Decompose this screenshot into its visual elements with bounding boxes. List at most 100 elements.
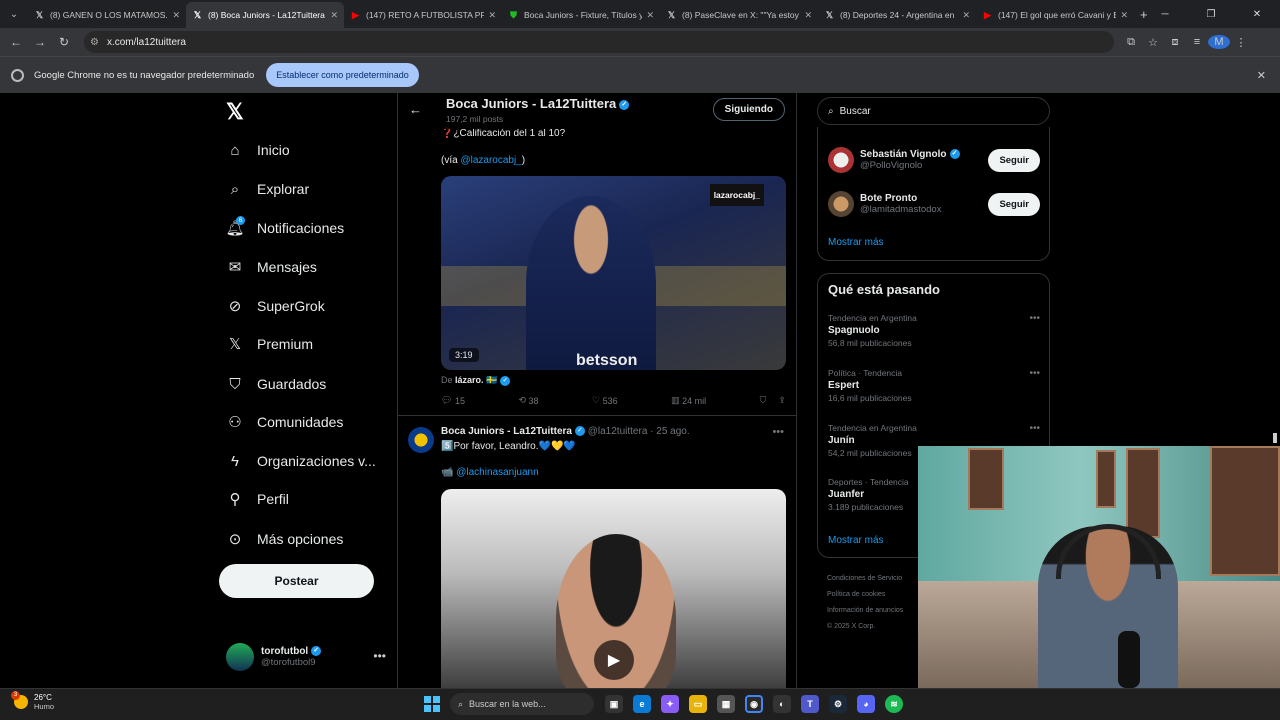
restore-icon[interactable]: ❐ [1188, 9, 1234, 20]
back-arrow-icon[interactable]: ← [409, 102, 422, 117]
menu-kebab-icon[interactable]: ⋮ [1230, 36, 1252, 49]
copilot-icon[interactable]: ✦ [661, 695, 679, 713]
tweet-video[interactable]: ▶ [441, 489, 786, 688]
close-tab-icon[interactable]: ✕ [1120, 10, 1128, 21]
footer-link[interactable]: Condiciones de Servicio [827, 571, 927, 587]
windows-start-icon[interactable] [424, 696, 440, 712]
minimize-icon[interactable]: ─ [1142, 9, 1188, 20]
follow-button[interactable]: Seguir [988, 149, 1040, 172]
footer-link[interactable]: Política de cookies [827, 587, 927, 603]
author-handle[interactable]: @la12tuittera · 25 ago. [588, 426, 690, 437]
store-icon[interactable]: ▦ [717, 695, 735, 713]
play-icon[interactable]: ▶ [594, 640, 634, 680]
task-view-icon[interactable]: ▣ [605, 695, 623, 713]
home-icon: ⌂ [230, 141, 240, 159]
mention-link[interactable]: 📹 @lachinasanjuann [441, 467, 539, 478]
tweet-text: ❓¿Calificación del 1 al 10? [441, 128, 566, 139]
close-infobar-icon[interactable]: ✕ [1257, 69, 1266, 82]
close-tab-icon[interactable]: ✕ [962, 10, 970, 21]
following-button[interactable]: Siguiendo [712, 98, 785, 121]
repost-button[interactable]: ⟲ 38 [518, 395, 538, 406]
file-explorer-icon[interactable]: ▭ [689, 695, 707, 713]
sidebar-item-messages[interactable]: ✉ Mensajes [226, 255, 317, 279]
tweet-video[interactable]: lazarocabj_ 3:19 betsson [441, 176, 786, 370]
taskbar-search[interactable]: ⌕ Buscar en la web... [450, 693, 594, 715]
bookmark-icon[interactable]: ⛉ [760, 395, 767, 406]
browser-tab[interactable]: ▶ (147) El gol que erró Cavani y B ✕ [976, 2, 1134, 28]
close-tab-icon[interactable]: ✕ [646, 10, 654, 21]
close-tab-icon[interactable]: ✕ [330, 10, 338, 21]
bookmark-star-icon[interactable]: ☆ [1142, 36, 1164, 49]
more-dots-icon[interactable]: ••• [1029, 423, 1040, 434]
sidebar-item-profile[interactable]: ⚲ Perfil [226, 487, 289, 511]
video-source: De lázaro. 🇸🇪 ✓ [441, 375, 511, 386]
weather-widget[interactable]: 3 26°C Humo [11, 691, 54, 711]
browser-tab[interactable]: 𝕏 (8) PaseClave en X: ""Ya estoy a ✕ [660, 2, 818, 28]
avatar [828, 147, 854, 173]
share-icon[interactable]: ⇪ [778, 395, 786, 406]
account-switcher[interactable]: torofutbol ✓ @torofutbol9 ••• [226, 643, 386, 671]
close-tab-icon[interactable]: ✕ [488, 10, 496, 21]
browser-tab[interactable]: ▶ (147) RETO A FUTBOLISTA PRO ✕ [344, 2, 502, 28]
sidebar-item-premium[interactable]: 𝕏 Premium [226, 332, 313, 356]
show-more-link[interactable]: Mostrar más [828, 535, 884, 546]
teams-icon[interactable]: T [801, 695, 819, 713]
steam-icon[interactable]: ⚙ [829, 695, 847, 713]
app-icon[interactable]: ◐ [773, 695, 791, 713]
browser-tab[interactable]: 𝕏 (8) GANEN O LOS MATAMOS. ‼ ✕ [28, 2, 186, 28]
browser-tab[interactable]: ⛊ Boca Juniors - Fixture, Títulos y ✕ [502, 2, 660, 28]
author-name[interactable]: Boca Juniors - La12Tuittera [441, 426, 572, 437]
back-arrow-icon[interactable]: ← [4, 35, 28, 49]
discord-icon[interactable]: ◕ [857, 695, 875, 713]
reading-list-icon[interactable]: ≡ [1186, 36, 1208, 48]
suggestion-name: Sebastián Vignolo [860, 149, 947, 160]
more-dots-icon[interactable]: ••• [1029, 368, 1040, 379]
reload-icon[interactable]: ↻ [52, 35, 76, 49]
cast-icon[interactable]: ⧉ [1120, 36, 1142, 49]
views-button[interactable]: ▥ 24 mil [671, 395, 706, 406]
follow-button[interactable]: Seguir [988, 193, 1040, 216]
sidebar-item-organizations[interactable]: ϟ Organizaciones v... [226, 449, 376, 473]
source-name[interactable]: lázaro. 🇸🇪 [455, 375, 497, 385]
like-button[interactable]: ♡ 536 [592, 395, 618, 406]
more-dots-icon[interactable]: ••• [1029, 313, 1040, 324]
edge-icon[interactable]: e [633, 695, 651, 713]
sidebar-item-explore[interactable]: ⌕ Explorar [226, 177, 309, 201]
browser-tab[interactable]: 𝕏 (8) Deportes 24 - Argentina en ✕ [818, 2, 976, 28]
chrome-icon[interactable]: ◉ [745, 695, 763, 713]
search-input[interactable]: ⌕ Buscar [817, 97, 1050, 125]
set-default-button[interactable]: Establecer como predeterminado [266, 63, 419, 87]
sidebar-item-communities[interactable]: ⚇ Comunidades [226, 410, 343, 434]
footer-link[interactable]: Información de anuncios [827, 603, 927, 619]
site-info-icon[interactable]: ⚙ [90, 37, 99, 48]
scrollbar-thumb[interactable] [1273, 433, 1277, 443]
trend-item[interactable]: Política · Tendencia Espert 16,6 mil pub… [828, 368, 1040, 403]
tab-search-button[interactable]: ⌄ [0, 0, 28, 28]
more-dots-icon[interactable]: ••• [772, 426, 784, 438]
extensions-icon[interactable]: ⧈ [1164, 36, 1186, 49]
follow-suggestion[interactable]: Bote Pronto @lamitadmastodox Seguir [828, 191, 1040, 217]
close-tab-icon[interactable]: ✕ [804, 10, 812, 21]
forward-arrow-icon[interactable]: → [28, 35, 52, 49]
trend-name: Espert [828, 380, 860, 391]
x-logo-icon[interactable]: 𝕏 [226, 99, 244, 125]
show-more-link[interactable]: Mostrar más [828, 237, 884, 248]
post-button[interactable]: Postear [219, 564, 374, 598]
sidebar-item-more[interactable]: ⊙ Más opciones [226, 527, 344, 551]
sidebar-item-bookmarks[interactable]: ⛉ Guardados [226, 372, 326, 396]
close-tab-icon[interactable]: ✕ [172, 10, 180, 21]
reply-button[interactable]: 💬︎ 15 [441, 395, 465, 406]
browser-tab-active[interactable]: 𝕏 (8) Boca Juniors - La12Tuittera ✕ [186, 2, 344, 28]
sidebar-item-home[interactable]: ⌂ Inicio [226, 138, 289, 162]
spotify-icon[interactable]: ≋ [885, 695, 903, 713]
sidebar-item-notifications[interactable]: 🔔︎ 6 Notificaciones [225, 216, 344, 240]
close-window-icon[interactable]: ✕ [1234, 9, 1280, 20]
follow-suggestion[interactable]: Sebastián Vignolo ✓ @PolloVignolo Seguir [828, 147, 1040, 173]
avatar[interactable] [408, 427, 434, 453]
profile-button[interactable]: M [1208, 35, 1230, 49]
sidebar-item-supergrok[interactable]: ⊘ SuperGrok [226, 294, 325, 318]
more-dots-icon[interactable]: ••• [373, 649, 386, 663]
trend-item[interactable]: Tendencia en Argentina Spagnuolo 56,8 mi… [828, 313, 1040, 348]
mention-link[interactable]: @lazarocabj_ [460, 155, 521, 166]
url-bar[interactable]: ⚙ x.com/la12tuittera [84, 31, 1114, 53]
